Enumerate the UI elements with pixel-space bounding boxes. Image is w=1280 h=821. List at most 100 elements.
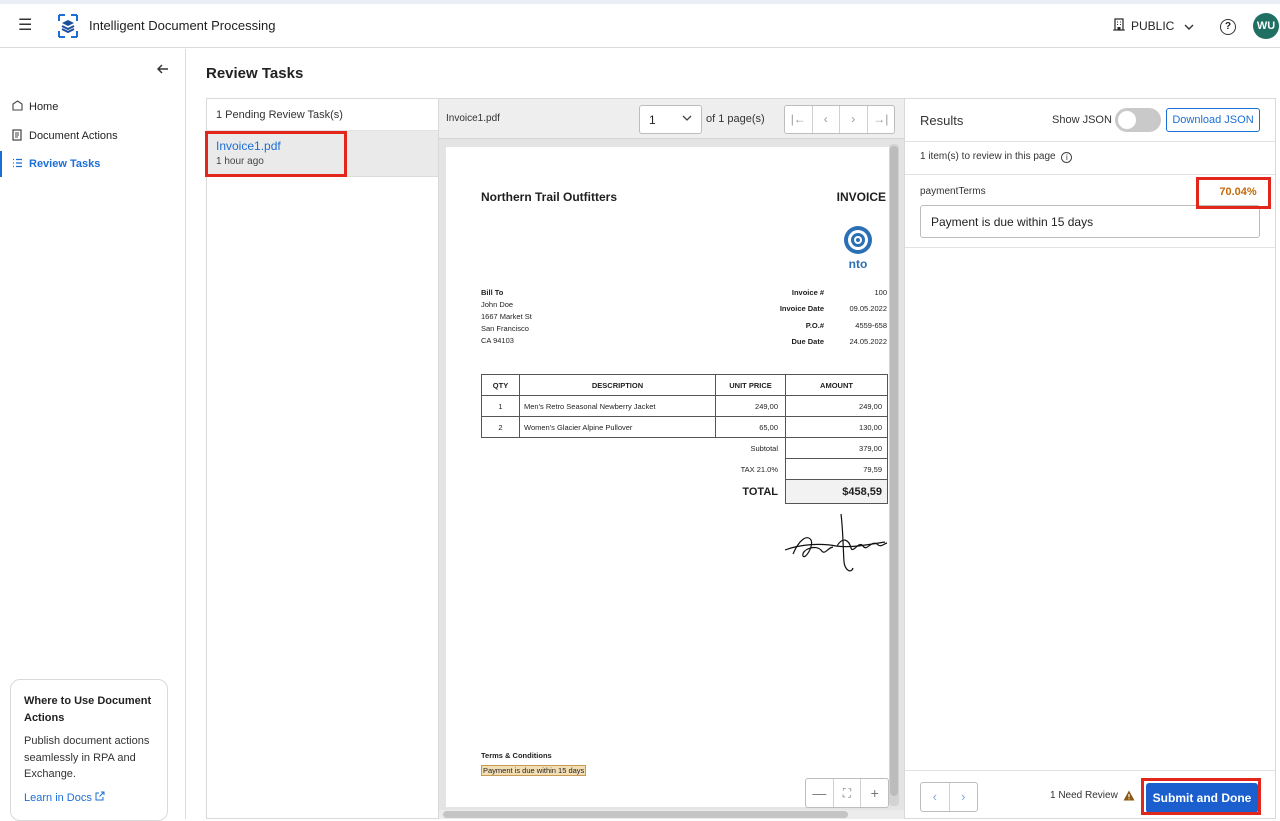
results-title: Results (920, 113, 964, 128)
learn-docs-link[interactable]: Learn in Docs (24, 791, 154, 804)
app-header: ☰ Intelligent Document Processing PUBLIC… (0, 4, 1280, 48)
list-icon (11, 158, 23, 171)
terms-heading: Terms & Conditions (481, 751, 552, 760)
help-icon[interactable]: ? (1220, 19, 1236, 35)
zoom-out-icon[interactable]: — (806, 779, 834, 807)
collapse-arrow-icon[interactable] (156, 61, 169, 77)
subtotal-label: Subtotal (750, 443, 778, 453)
meta-value: 09.05.2022 (849, 304, 887, 314)
invoice-table: QTY DESCRIPTION UNIT PRICE AMOUNT 1 Men'… (481, 374, 888, 504)
sidebar-item-document-actions[interactable]: Document Actions (0, 123, 185, 149)
total-label: TOTAL (742, 485, 778, 498)
download-json-button[interactable]: Download JSON (1166, 108, 1260, 132)
divider (905, 247, 1275, 248)
tax-label: TAX 21.0% (740, 464, 778, 474)
learn-docs-label: Learn in Docs (24, 791, 92, 804)
cell-unit: 65,00 (715, 416, 786, 438)
prev-page-icon[interactable]: ‹ (813, 106, 840, 133)
sidebar-item-label: Document Actions (29, 130, 118, 142)
col-header: UNIT PRICE (715, 374, 786, 396)
bill-to-line: 1667 Market St (481, 312, 532, 321)
payment-terms-field[interactable] (920, 205, 1260, 238)
cell-desc: Men's Retro Seasonal Newberry Jacket (519, 395, 716, 417)
app-title: Intelligent Document Processing (89, 18, 276, 33)
field-pager: ‹ › (920, 782, 978, 812)
next-field-icon[interactable]: › (950, 783, 978, 811)
zoom-controls: — ⛶ + (805, 778, 889, 808)
meta-label: Due Date (791, 336, 824, 346)
page-count: of 1 page(s) (706, 113, 765, 125)
tax-value: 79,59 (785, 458, 888, 480)
page-title: Review Tasks (206, 65, 304, 82)
need-review-count: 1 Need Review (1050, 790, 1118, 801)
promo-title: Where to Use Document Actions (24, 695, 152, 724)
document-page: Northern Trail Outfitters INVOICE nto Bi… (446, 147, 889, 807)
meta-label: P.O.# (805, 320, 824, 330)
building-icon (1113, 18, 1125, 34)
org-switcher[interactable]: PUBLIC (1113, 18, 1194, 34)
doc-company: Northern Trail Outfitters (481, 190, 618, 204)
cell-unit: 249,00 (715, 395, 786, 417)
table-row: 2 Women's Glacier Alpine Pullover 65,00 … (481, 416, 888, 438)
fit-screen-icon[interactable]: ⛶ (834, 779, 862, 807)
divider (905, 174, 1275, 175)
bill-to-block: Bill To John Doe 1667 Market St San Fran… (481, 287, 532, 347)
cell-amount: 249,00 (785, 395, 888, 417)
page-navigator: |← ‹ › →| (784, 105, 895, 134)
nto-logo: nto (843, 225, 875, 273)
meta-value: 100 (874, 288, 887, 297)
logo-text: nto (849, 257, 868, 271)
zoom-in-icon[interactable]: + (861, 779, 888, 807)
home-icon (11, 100, 23, 114)
subtotal-value: 379,00 (785, 437, 888, 459)
horizontal-scrollbar[interactable] (439, 810, 904, 819)
chevron-down-icon (1184, 19, 1194, 33)
col-header: DESCRIPTION (519, 374, 716, 396)
vertical-scrollbar[interactable] (889, 144, 899, 806)
doc-type: INVOICE (836, 190, 886, 204)
sidebar-item-home[interactable]: Home (0, 94, 185, 120)
col-header: AMOUNT (785, 374, 888, 396)
cell-desc: Women's Glacier Alpine Pullover (519, 416, 716, 438)
score-highlight-box (1196, 177, 1271, 209)
cell-qty: 2 (481, 416, 520, 438)
menu-icon[interactable]: ☰ (18, 16, 34, 36)
document-icon (11, 128, 23, 144)
first-page-icon[interactable]: |← (785, 106, 813, 133)
last-page-icon[interactable]: →| (868, 106, 895, 133)
prev-field-icon[interactable]: ‹ (921, 783, 950, 811)
cell-qty: 1 (481, 395, 520, 417)
info-icon[interactable]: i (1061, 152, 1073, 163)
table-row: 1 Men's Retro Seasonal Newberry Jacket 2… (481, 395, 888, 417)
field-label: paymentTerms (920, 186, 986, 197)
results-header: Results Show JSON Download JSON (905, 99, 1275, 142)
subtotal-row: Subtotal 379,00 (482, 437, 888, 459)
sidebar-item-label: Home (29, 101, 59, 113)
user-avatar[interactable]: WU (1253, 13, 1279, 39)
bill-to-line: CA 94103 (481, 336, 514, 345)
app-logo-icon (57, 14, 79, 38)
sidebar-item-label: Review Tasks (29, 158, 101, 170)
page-select-value: 1 (649, 113, 656, 127)
viewer-file-name: Invoice1.pdf (446, 113, 500, 124)
meta-value: 4559-658 (855, 320, 887, 330)
document-viewer: Invoice1.pdf 1 of 1 page(s) |← ‹ › →| No… (439, 98, 904, 819)
total-row: TOTAL $458,59 (482, 479, 888, 504)
sidebar: Home Document Actions Review Tasks Where… (0, 49, 186, 821)
cell-amount: 130,00 (785, 416, 888, 438)
bill-to-label: Bill To (481, 288, 504, 297)
next-page-icon[interactable]: › (840, 106, 868, 133)
bill-to-line: John Doe (481, 300, 514, 309)
show-json-label: Show JSON (1052, 114, 1112, 126)
submit-highlight-box (1141, 778, 1261, 815)
signature-image (781, 510, 889, 576)
task-list-panel: 1 Pending Review Task(s) Invoice1.pdf 1 … (206, 98, 439, 819)
show-json-toggle[interactable] (1115, 108, 1161, 132)
chevron-down-icon (682, 112, 692, 124)
page-select[interactable]: 1 (639, 105, 702, 134)
terms-highlighted-text[interactable]: Payment is due within 15 days (481, 765, 587, 776)
promo-card: Where to Use Document Actions Publish do… (10, 679, 168, 821)
external-link-icon (95, 791, 105, 804)
sidebar-item-review-tasks[interactable]: Review Tasks (0, 151, 185, 177)
meta-value: 24.05.2022 (849, 336, 887, 346)
